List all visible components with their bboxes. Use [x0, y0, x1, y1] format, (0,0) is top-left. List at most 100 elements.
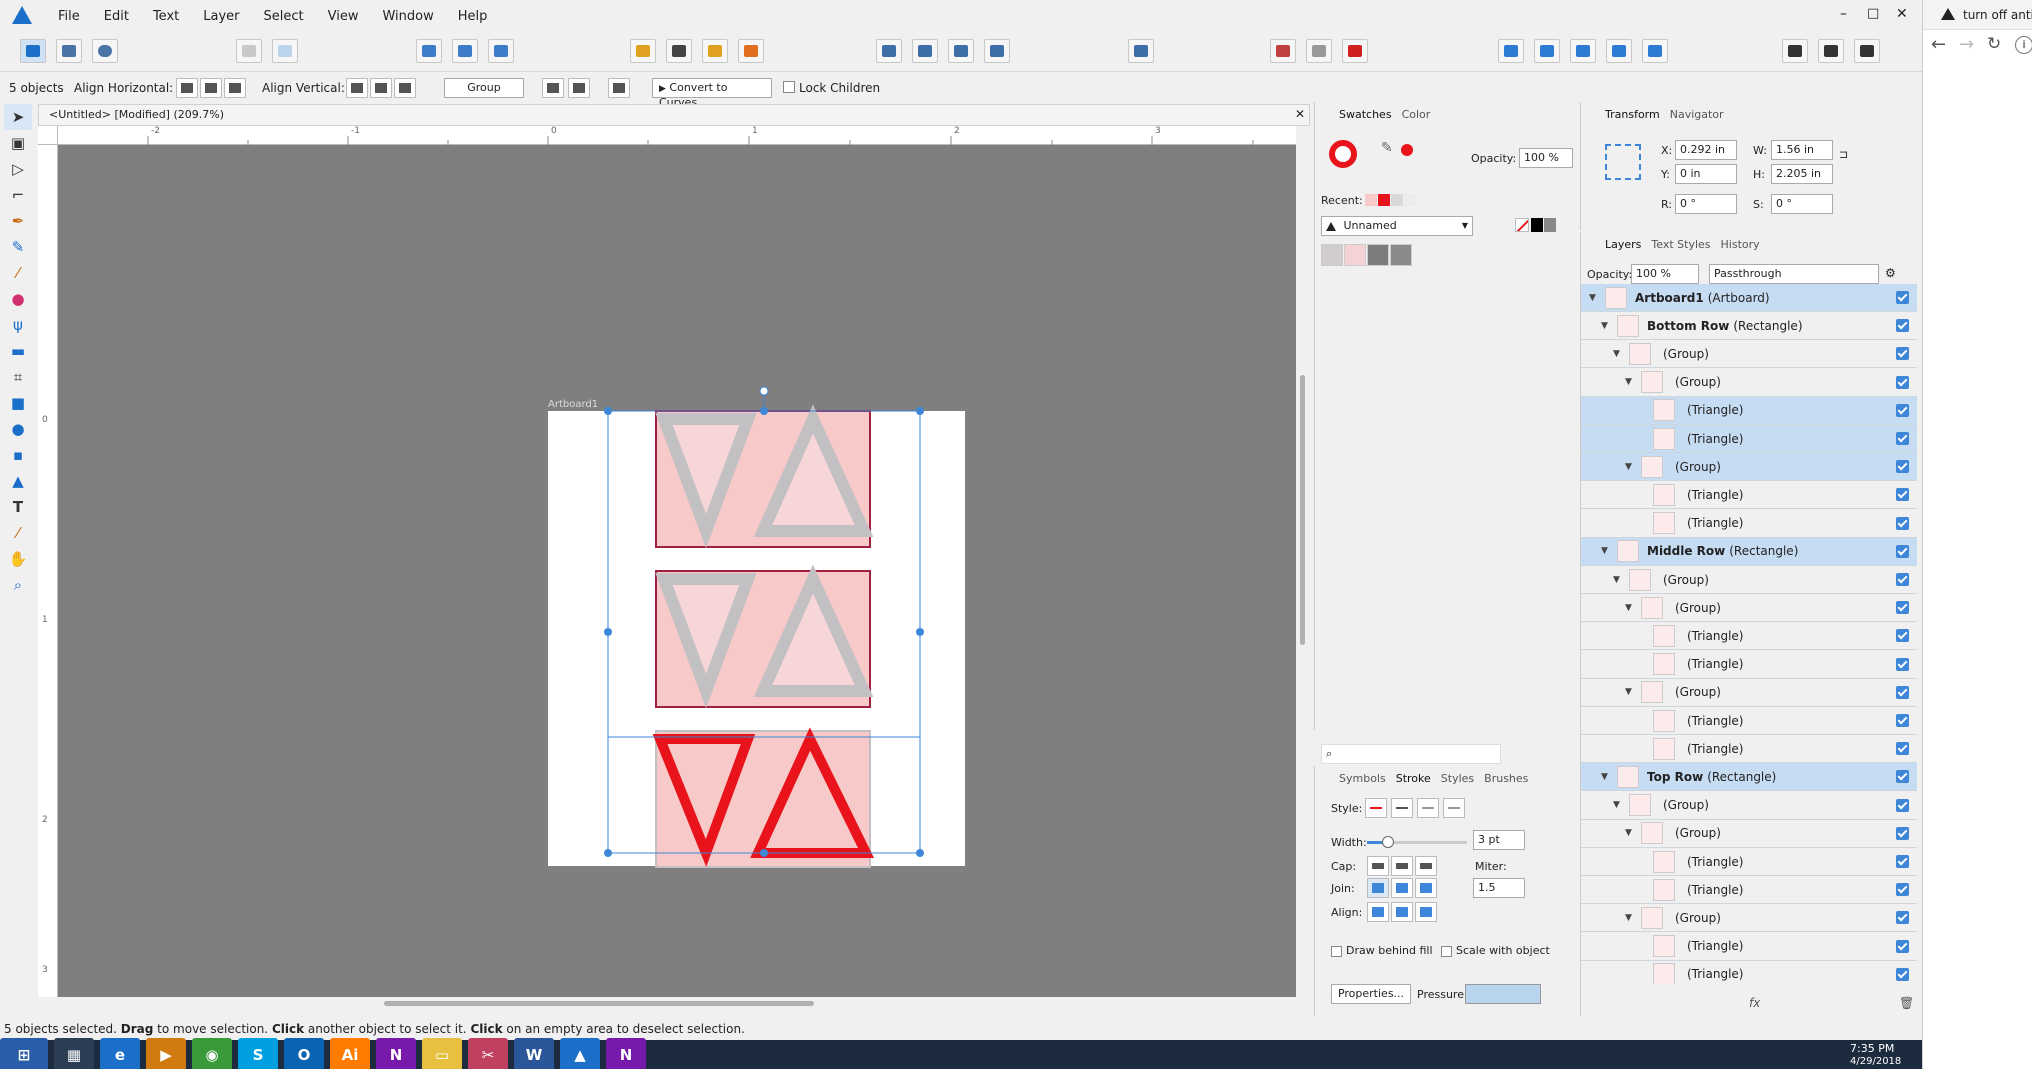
visibility-checkbox[interactable] [1896, 488, 1909, 502]
align-bottom-button[interactable] [394, 78, 416, 98]
snipping-icon[interactable]: ✂ [468, 1037, 508, 1069]
align-inside-button[interactable] [1367, 902, 1389, 922]
flip-horizontal-button[interactable] [876, 39, 902, 63]
chevron-down-icon[interactable]: ▼ [1625, 828, 1635, 838]
recent-swatch[interactable] [1391, 194, 1403, 206]
word-icon[interactable]: W [514, 1037, 554, 1069]
visibility-checkbox[interactable] [1896, 432, 1909, 445]
dashed-stroke-button[interactable] [1417, 798, 1439, 818]
windows-start-icon[interactable]: ⊞ [0, 1037, 48, 1069]
illustrator-icon[interactable]: Ai [330, 1037, 370, 1069]
align-top-button[interactable] [346, 78, 368, 98]
visibility-checkbox[interactable] [1896, 629, 1909, 643]
calculator-icon[interactable]: ▦ [54, 1037, 94, 1069]
move-back-button[interactable] [630, 39, 656, 63]
layer-row[interactable]: (Triangle) [1581, 933, 1917, 961]
affinity-designer-task-icon[interactable]: ▲ [560, 1037, 600, 1069]
tab-stroke[interactable]: Stroke [1396, 772, 1431, 785]
fill-stroke-well[interactable] [1329, 140, 1357, 168]
visibility-checkbox[interactable] [1896, 911, 1909, 925]
layer-row[interactable]: ▼ (Group) [1581, 820, 1917, 848]
ellipse-tool-icon[interactable]: ● [4, 416, 32, 442]
designer-persona-button[interactable] [20, 39, 46, 63]
view-mode-button-3[interactable] [488, 39, 514, 63]
artboard-tool-icon[interactable]: ▣ [4, 130, 32, 156]
pencil-tool-icon[interactable]: ✎ [4, 234, 32, 260]
layer-row[interactable]: (Triangle) [1581, 481, 1917, 510]
move-forward-button[interactable] [702, 39, 728, 63]
blend-mode-dropdown[interactable]: Passthrough [1709, 264, 1879, 284]
palette-swatch[interactable] [1321, 244, 1343, 266]
visibility-checkbox[interactable] [1896, 939, 1909, 953]
chevron-down-icon[interactable]: ▼ [1625, 913, 1635, 923]
layer-row[interactable]: ▼ Bottom Row (Rectangle) [1581, 312, 1917, 341]
rectangle-tool-icon[interactable]: ■ [4, 390, 32, 416]
pressure-graph[interactable] [1465, 984, 1541, 1004]
lock-aspect-icon[interactable]: ⊐ [1839, 148, 1848, 161]
undo-history-button[interactable] [1342, 39, 1368, 63]
round-join-button[interactable] [1391, 878, 1413, 898]
layer-row[interactable]: ▼ Middle Row (Rectangle) [1581, 537, 1917, 566]
insert-behind-button[interactable] [1818, 39, 1844, 63]
tab-color[interactable]: Color [1402, 108, 1431, 121]
square-cap-button[interactable] [1415, 856, 1437, 876]
visibility-checkbox[interactable] [1896, 319, 1909, 333]
vertical-scroll-thumb[interactable] [1300, 375, 1305, 645]
visibility-checkbox[interactable] [1896, 967, 1909, 981]
edge-icon[interactable]: e [100, 1037, 140, 1069]
move-backward-button[interactable] [666, 39, 692, 63]
pixel-persona-button[interactable] [56, 39, 82, 63]
palette-swatch[interactable] [1344, 244, 1366, 266]
back-icon[interactable]: ← [1931, 34, 1946, 55]
show-selection-box-button[interactable] [568, 78, 590, 98]
chevron-down-icon[interactable]: ▼ [1613, 575, 1623, 585]
visibility-checkbox[interactable] [1896, 883, 1909, 897]
maximize-button[interactable]: □ [1867, 6, 1879, 21]
zoom-tool-icon[interactable]: ⌕ [4, 572, 32, 598]
x-field[interactable]: 0.292 in [1675, 140, 1737, 160]
s-field[interactable]: 0 ° [1771, 194, 1833, 214]
visibility-checkbox[interactable] [1896, 403, 1909, 417]
chevron-down-icon[interactable]: ▼ [1625, 377, 1635, 387]
clock-time[interactable]: 7:35 PM [1850, 1042, 1894, 1055]
chevron-down-icon[interactable]: ▼ [1625, 603, 1635, 613]
horizontal-scrollbar[interactable] [38, 997, 1310, 1011]
layer-row[interactable]: ▼ (Group) [1581, 566, 1917, 594]
horizontal-scroll-thumb[interactable] [384, 1001, 814, 1006]
chevron-down-icon[interactable]: ▼ [1625, 462, 1635, 472]
h-field[interactable]: 2.205 in [1771, 164, 1833, 184]
layer-row[interactable]: (Triangle) [1581, 425, 1917, 453]
insert-inside-button[interactable] [1782, 39, 1808, 63]
align-center-stroke-button[interactable] [1391, 902, 1413, 922]
layer-row[interactable]: (Triangle) [1581, 651, 1917, 679]
layer-row[interactable]: ▼ (Group) [1581, 369, 1917, 397]
swatch-opacity-field[interactable]: 100 % [1519, 148, 1573, 168]
layer-row[interactable]: (Triangle) [1581, 735, 1917, 764]
convert-to-curves-button[interactable]: ▶ Convert to Curves [652, 78, 772, 109]
w-field[interactable]: 1.56 in [1771, 140, 1833, 160]
forward-icon[interactable]: → [1959, 34, 1974, 55]
align-left-button[interactable] [176, 78, 198, 98]
miter-field[interactable]: 1.5 [1473, 878, 1525, 898]
layer-row[interactable]: (Triangle) [1581, 961, 1917, 984]
transform-origin-button[interactable] [542, 78, 564, 98]
black-swatch[interactable] [1531, 218, 1543, 232]
move-front-button[interactable] [738, 39, 764, 63]
transparency-tool-icon[interactable]: ψ [4, 312, 32, 338]
rounded-rect-tool-icon[interactable]: ▪ [4, 442, 32, 468]
lock-children-checkbox[interactable] [783, 81, 795, 93]
visibility-checkbox[interactable] [1896, 714, 1909, 727]
vertical-scrollbar[interactable] [1296, 145, 1310, 997]
view-mode-button-2[interactable] [452, 39, 478, 63]
palette-swatch[interactable] [1390, 244, 1412, 266]
transform-objects-button[interactable] [608, 78, 630, 98]
trash-icon[interactable]: 🗑 [1899, 996, 1914, 1010]
snapping-options-button[interactable] [1306, 39, 1332, 63]
skype-icon[interactable]: S [238, 1037, 278, 1069]
constraints-button[interactable] [272, 39, 298, 63]
menu-select[interactable]: Select [264, 9, 304, 24]
vector-brush-icon[interactable]: ⁄ [4, 260, 32, 286]
chevron-down-icon[interactable]: ▼ [1625, 687, 1635, 697]
visibility-checkbox[interactable] [1896, 460, 1909, 474]
hand-tool-icon[interactable]: ✋ [4, 546, 32, 572]
